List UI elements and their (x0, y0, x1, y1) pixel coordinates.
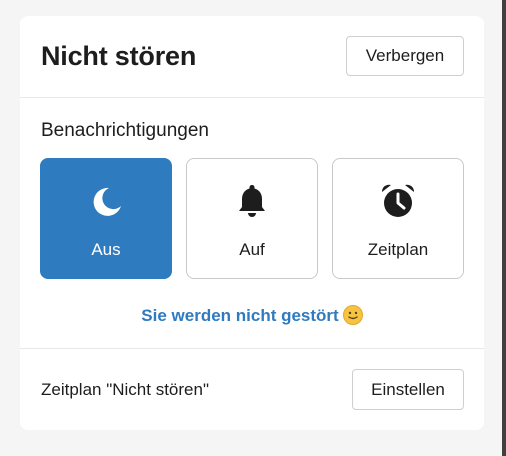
schedule-label: Zeitplan "Nicht stören" (41, 380, 209, 399)
option-off-label: Aus (91, 240, 121, 259)
option-schedule[interactable]: Zeitplan (332, 158, 464, 279)
page-title: Nicht stören (41, 41, 197, 71)
option-on-label: Auf (239, 240, 265, 259)
window-edge (502, 0, 506, 456)
status-message: Sie werden nicht gestört (141, 306, 339, 325)
setup-button[interactable]: Einstellen (352, 369, 464, 410)
option-off[interactable]: Aus (40, 158, 172, 279)
panel-header: Nicht stören Verbergen (20, 16, 484, 98)
notifications-label: Benachrichtigungen (41, 120, 209, 141)
divider (20, 348, 484, 349)
alarm-clock-icon (381, 184, 415, 217)
option-on[interactable]: Auf (186, 158, 318, 279)
moon-icon (93, 187, 121, 216)
bell-icon (239, 185, 265, 217)
slightly-smiling-face-icon (342, 305, 363, 325)
dnd-panel: Nicht stören Verbergen Benachrichtigunge… (20, 16, 484, 430)
option-schedule-label: Zeitplan (367, 240, 429, 259)
status-text: Sie werden nicht gestört (20, 305, 484, 326)
hide-button[interactable]: Verbergen (346, 36, 464, 76)
